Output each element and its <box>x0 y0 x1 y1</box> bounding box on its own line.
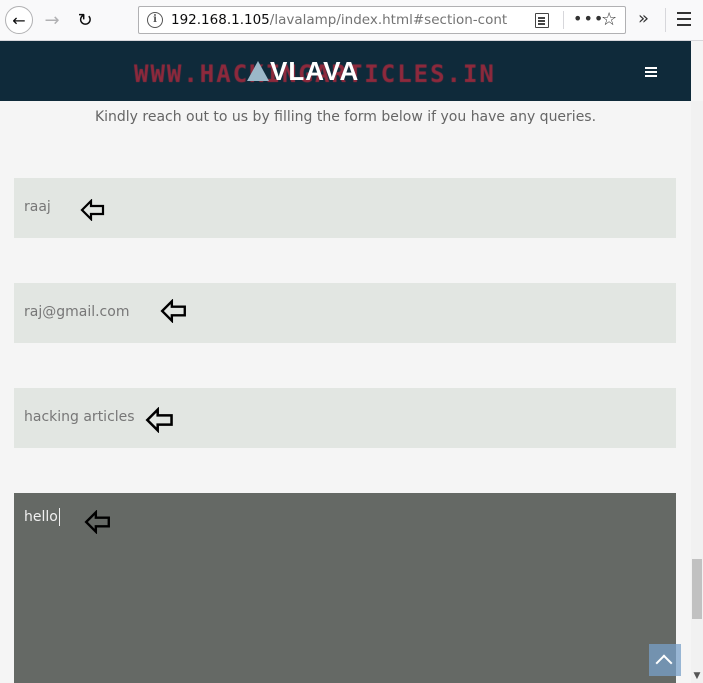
message-text: hello <box>24 509 58 525</box>
site-logo[interactable]: VLAVA <box>247 57 359 85</box>
url-text[interactable]: 192.168.1.105/lavalamp/index.html#sectio… <box>171 12 527 28</box>
site-header: WWW.HACKINGARTICLES.IN VLAVA <box>0 41 691 101</box>
browser-menu-button[interactable] <box>677 8 693 32</box>
url-separator <box>563 11 564 29</box>
scrollbar-thumb[interactable] <box>692 559 702 619</box>
page-scrollbar[interactable]: ▼ <box>691 101 703 683</box>
arrow-right-icon: → <box>44 9 60 31</box>
reload-button[interactable]: ↻ <box>71 6 99 34</box>
chevron-up-icon[interactable] <box>649 644 681 676</box>
page-actions-button[interactable]: ••• <box>573 9 604 28</box>
back-button[interactable]: ← <box>5 6 33 34</box>
hollow-arrow-left-icon <box>84 510 110 534</box>
logo-text: VLAVA <box>270 56 360 86</box>
scroll-down-icon[interactable]: ▼ <box>692 671 702 681</box>
logo-triangle-icon <box>247 61 269 81</box>
name-field[interactable]: raaj <box>14 178 676 238</box>
contact-intro: Kindly reach out to us by filling the fo… <box>94 109 597 125</box>
url-path: /lavalamp/index.html#section-cont <box>269 12 508 28</box>
hamburger-icon[interactable] <box>645 67 657 77</box>
url-host: 192.168.1.105 <box>171 12 270 28</box>
forward-button[interactable]: → <box>38 6 66 34</box>
hollow-arrow-left-icon <box>80 199 105 221</box>
address-bar[interactable]: i 192.168.1.105/lavalamp/index.html#sect… <box>138 6 626 34</box>
email-field[interactable]: raj@gmail.com <box>14 283 676 343</box>
toolbar-separator <box>665 8 666 32</box>
contact-section: Kindly reach out to us by filling the fo… <box>0 101 691 683</box>
email-value: raj@gmail.com <box>24 304 130 320</box>
star-icon[interactable]: ☆ <box>601 9 617 30</box>
reload-icon: ↻ <box>77 9 93 31</box>
name-value: raaj <box>24 199 51 215</box>
reader-view-icon[interactable] <box>535 13 549 28</box>
hollow-arrow-left-icon <box>160 299 186 323</box>
hollow-arrow-left-icon <box>145 407 173 433</box>
browser-toolbar: ← → ↻ i 192.168.1.105/lavalamp/index.htm… <box>0 0 703 41</box>
subject-field[interactable]: hacking articles <box>14 388 676 448</box>
toolbar-overflow-button[interactable]: » <box>638 8 649 29</box>
subject-value: hacking articles <box>24 409 135 425</box>
info-icon[interactable]: i <box>147 12 163 28</box>
message-value: hello <box>24 508 60 526</box>
message-field[interactable]: hello <box>14 493 676 683</box>
arrow-left-icon: ← <box>12 10 26 30</box>
text-caret <box>58 508 60 526</box>
